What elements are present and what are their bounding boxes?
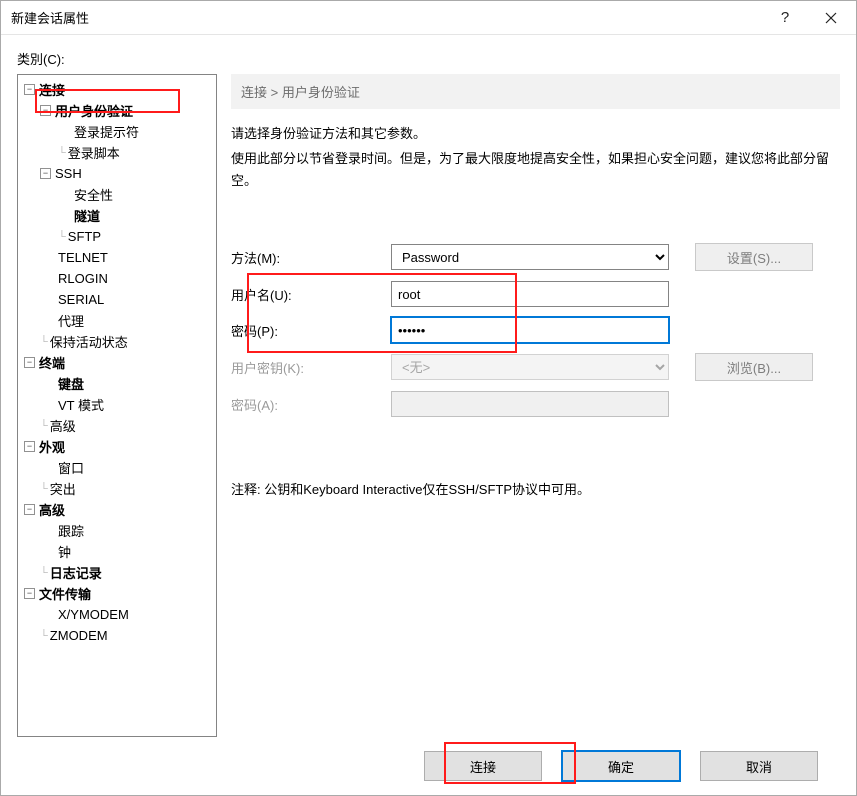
userkey-label: 用户密钥(K): [231, 358, 391, 377]
tree-security[interactable]: 安全性 [74, 185, 113, 204]
password-label: 密码(P): [231, 321, 391, 340]
tree-sftp[interactable]: SFTP [68, 229, 101, 244]
minus-icon[interactable]: − [24, 357, 35, 368]
category-tree[interactable]: −连接 −用户身份验证 登录提示符 └登录脚本 −SSH 安全性 [17, 74, 217, 737]
password-input[interactable] [391, 317, 669, 343]
tree-login-script[interactable]: 登录脚本 [68, 143, 120, 162]
minus-icon[interactable]: − [24, 441, 35, 452]
cancel-button[interactable]: 取消 [700, 751, 818, 781]
tree-rlogin[interactable]: RLOGIN [58, 271, 108, 286]
window-title: 新建会话属性 [11, 8, 762, 27]
browse-button[interactable]: 浏览(B)... [695, 353, 813, 381]
tree-logging[interactable]: 日志记录 [50, 563, 102, 582]
minus-icon[interactable]: − [24, 84, 35, 95]
breadcrumb: 连接 > 用户身份验证 [231, 74, 840, 109]
tree-keepalive[interactable]: 保持活动状态 [50, 332, 128, 351]
tree-keyboard[interactable]: 键盘 [58, 374, 84, 393]
tree-tunnel[interactable]: 隧道 [74, 206, 100, 225]
tree-ssh[interactable]: SSH [55, 166, 82, 181]
intro-line2: 使用此部分以节省登录时间。但是，为了最大限度地提高安全性，如果担心安全问题，建议… [231, 148, 840, 191]
passphrase-input [391, 391, 669, 417]
tree-window[interactable]: 窗口 [58, 458, 84, 477]
tree-advanced[interactable]: 高级 [39, 500, 65, 519]
settings-button[interactable]: 设置(S)... [695, 243, 813, 271]
tree-xymodem[interactable]: X/YMODEM [58, 607, 129, 622]
tree-file-transfer[interactable]: 文件传输 [39, 584, 91, 603]
minus-icon[interactable]: − [40, 105, 51, 116]
tree-login-prompt[interactable]: 登录提示符 [74, 122, 139, 141]
close-button[interactable] [808, 3, 854, 33]
minus-icon[interactable]: − [24, 504, 35, 515]
help-button[interactable]: ? [762, 3, 808, 33]
category-label: 类別(C): [17, 49, 840, 68]
tree-highlight[interactable]: 突出 [50, 479, 76, 498]
tree-bell[interactable]: 钟 [58, 542, 71, 561]
tree-serial[interactable]: SERIAL [58, 292, 104, 307]
intro-line1: 请选择身份验证方法和其它参数。 [231, 123, 840, 144]
tree-zmodem[interactable]: ZMODEM [50, 628, 108, 643]
note-text: 注释: 公钥和Keyboard Interactive仅在SSH/SFTP协议中… [231, 479, 840, 498]
minus-icon[interactable]: − [40, 168, 51, 179]
method-select[interactable]: Password [391, 244, 669, 270]
username-input[interactable] [391, 281, 669, 307]
tree-terminal[interactable]: 终端 [39, 353, 65, 372]
connect-button[interactable]: 连接 [424, 751, 542, 781]
tree-auth[interactable]: 用户身份验证 [55, 101, 133, 120]
tree-connection[interactable]: 连接 [39, 80, 65, 99]
tree-telnet[interactable]: TELNET [58, 250, 108, 265]
tree-appearance[interactable]: 外观 [39, 437, 65, 456]
tree-vt[interactable]: VT 模式 [58, 395, 104, 414]
minus-icon[interactable]: − [24, 588, 35, 599]
userkey-select: <无> [391, 354, 669, 380]
username-label: 用户名(U): [231, 285, 391, 304]
ok-button[interactable]: 确定 [562, 751, 680, 781]
tree-trace[interactable]: 跟踪 [58, 521, 84, 540]
tree-proxy[interactable]: 代理 [58, 311, 84, 330]
close-icon [825, 12, 837, 24]
tree-term-adv[interactable]: 高级 [50, 416, 76, 435]
method-label: 方法(M): [231, 248, 391, 267]
passphrase-label: 密码(A): [231, 395, 391, 414]
